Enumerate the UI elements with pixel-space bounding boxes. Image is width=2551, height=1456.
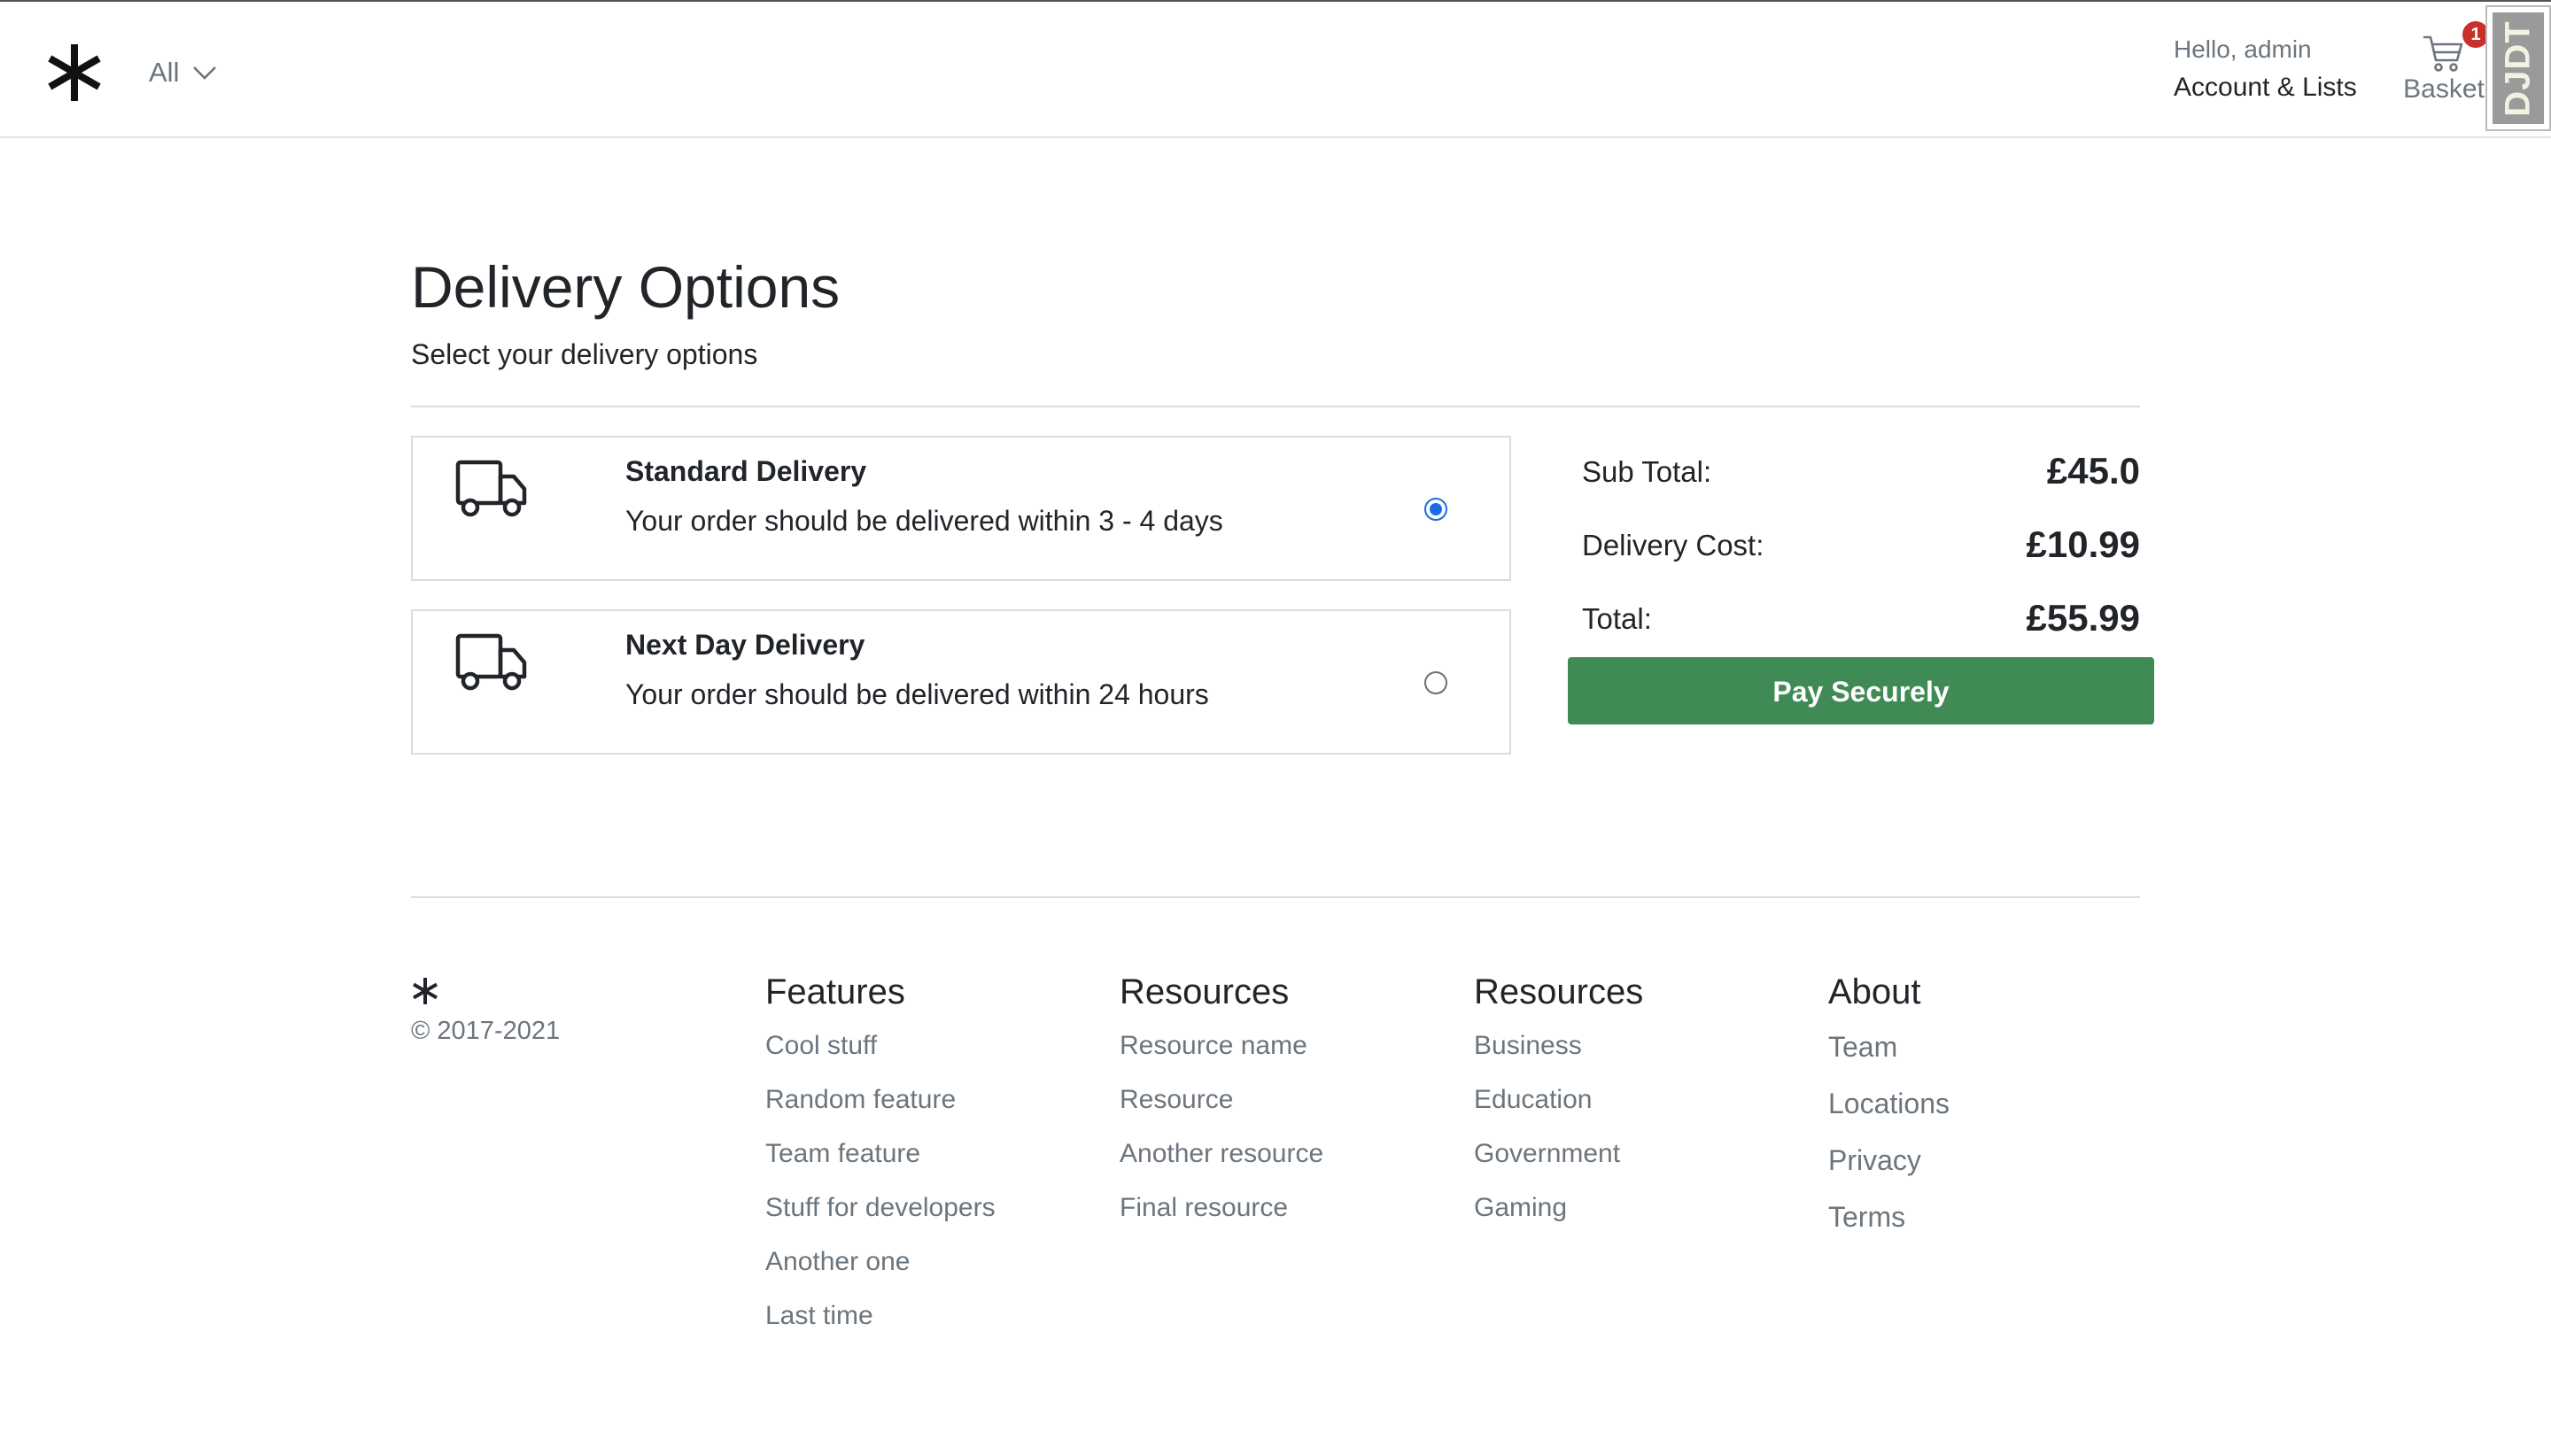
delivery-option-title: Standard Delivery — [625, 455, 867, 487]
footer-link[interactable]: Gaming — [1474, 1181, 1643, 1235]
footer-link[interactable]: Random feature — [765, 1073, 996, 1127]
subtotal-value: £45.0 — [2046, 450, 2140, 492]
chevron-down-icon — [193, 66, 217, 80]
subtotal-row: Sub Total: £45.0 — [1582, 450, 2140, 492]
footer-column-features: Features Cool stuff Random feature Team … — [765, 971, 996, 1343]
cart-icon — [2423, 35, 2463, 72]
total-value: £55.99 — [2026, 597, 2140, 639]
category-dropdown-label: All — [149, 57, 180, 88]
footer-column-heading: Resources — [1120, 972, 1290, 1011]
footer-link[interactable]: Another one — [765, 1235, 996, 1289]
account-menu[interactable]: Hello, admin Account & Lists — [2174, 32, 2357, 106]
copyright-text: © 2017-2021 — [411, 1017, 561, 1045]
delivery-cost-label: Delivery Cost: — [1582, 529, 1764, 561]
debug-toolbar-handle[interactable]: DJDT — [2485, 5, 2551, 131]
delivery-option-description: Your order should be delivered within 24… — [625, 678, 1209, 710]
footer-column-heading: Resources — [1474, 972, 1644, 1011]
total-row: Total: £55.99 — [1582, 597, 2140, 639]
footer-link[interactable]: Team — [1828, 1018, 1950, 1075]
page-title: Delivery Options — [411, 254, 841, 320]
delivery-option-radio[interactable] — [1424, 671, 1447, 694]
footer-link[interactable]: Stuff for developers — [765, 1181, 996, 1235]
delivery-cost-row: Delivery Cost: £10.99 — [1582, 523, 2140, 566]
footer-column-resources-2: Resources Business Education Government … — [1474, 971, 1643, 1235]
footer-divider — [411, 896, 2140, 898]
footer-column-resources: Resources Resource name Resource Another… — [1120, 971, 1323, 1235]
footer-link[interactable]: Business — [1474, 1018, 1643, 1073]
greeting-text: Hello, admin — [2174, 35, 2312, 63]
footer-column-heading: Features — [765, 972, 905, 1011]
footer-link[interactable]: Resource — [1120, 1073, 1323, 1127]
footer-link[interactable]: Terms — [1828, 1189, 1950, 1245]
footer-column-about: About Team Locations Privacy Terms — [1828, 971, 1950, 1245]
total-label: Total: — [1582, 602, 1652, 635]
delivery-option-description: Your order should be delivered within 3 … — [625, 505, 1223, 537]
subtotal-label: Sub Total: — [1582, 455, 1712, 488]
footer-link[interactable]: Resource name — [1120, 1018, 1323, 1073]
footer-link[interactable]: Privacy — [1828, 1132, 1950, 1189]
delivery-cost-value: £10.99 — [2026, 523, 2140, 565]
pay-securely-button[interactable]: Pay Securely — [1568, 657, 2154, 724]
footer-link[interactable]: Another resource — [1120, 1127, 1323, 1181]
debug-toolbar-tab: DJDT — [2493, 12, 2544, 124]
basket-label: Basket — [2403, 74, 2485, 104]
delivery-option-next-day[interactable]: Next Day Delivery Your order should be d… — [411, 609, 1511, 755]
divider — [411, 406, 2140, 407]
asterisk-logo-icon[interactable] — [411, 976, 439, 1006]
truck-icon — [455, 633, 527, 691]
footer-link[interactable]: Last time — [765, 1289, 996, 1343]
delivery-option-standard[interactable]: Standard Delivery Your order should be d… — [411, 436, 1511, 581]
footer-link[interactable]: Locations — [1828, 1075, 1950, 1132]
delivery-option-radio[interactable] — [1424, 498, 1447, 521]
asterisk-logo-icon[interactable] — [43, 41, 106, 105]
footer-link[interactable]: Team feature — [765, 1127, 996, 1181]
footer-link[interactable]: Government — [1474, 1127, 1643, 1181]
category-dropdown[interactable]: All — [149, 53, 218, 92]
footer-column-heading: About — [1828, 972, 1921, 1011]
account-lists-link[interactable]: Account & Lists — [2174, 68, 2357, 107]
page-subtitle: Select your delivery options — [411, 338, 758, 370]
basket-button[interactable]: Basket 1 — [2402, 21, 2489, 113]
footer-link[interactable]: Cool stuff — [765, 1018, 996, 1073]
site-header: All Hello, admin Account & Lists Basket … — [0, 2, 2551, 138]
debug-toolbar-label: DJDT — [2498, 19, 2538, 117]
delivery-option-title: Next Day Delivery — [625, 629, 865, 661]
truck-icon — [455, 460, 527, 517]
footer-link[interactable]: Education — [1474, 1073, 1643, 1127]
footer-link[interactable]: Final resource — [1120, 1181, 1323, 1235]
